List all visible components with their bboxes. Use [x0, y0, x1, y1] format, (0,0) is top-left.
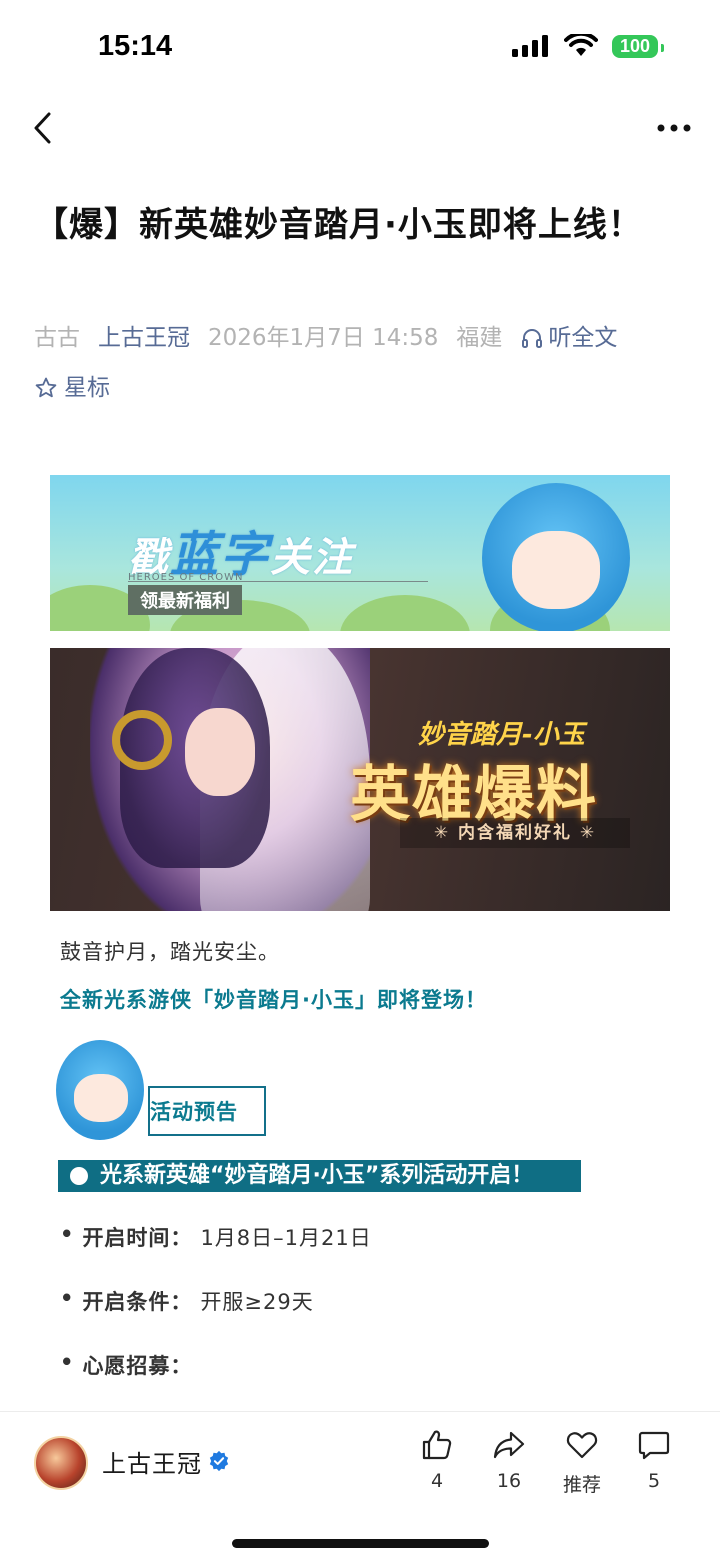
bullet-dot-icon — [70, 1167, 88, 1185]
battery-indicator: 100 — [611, 34, 665, 58]
nav-bar — [0, 96, 720, 160]
account-link[interactable]: 上古王冠 — [98, 322, 190, 354]
headphones-icon — [522, 329, 543, 348]
list-item: • 开启时间： 1月8日–1月21日 — [60, 1222, 660, 1286]
banner-tag: 领最新福利 — [128, 585, 242, 615]
follow-banner-image: 戳蓝字关注 HEROES OF CROWN 领最新福利 — [50, 475, 670, 631]
more-button[interactable] — [654, 108, 694, 148]
comment-button[interactable]: 5 — [622, 1428, 686, 1492]
publish-location: 福建 — [456, 325, 503, 351]
back-button[interactable] — [22, 106, 62, 150]
banner-ribbon: ✳ 内含福利好礼 ✳ — [400, 818, 630, 848]
comment-icon — [638, 1431, 670, 1460]
signal-icon — [511, 35, 548, 57]
section-chibi-image — [56, 1040, 144, 1140]
heart-icon — [566, 1432, 598, 1459]
hero-face — [185, 708, 255, 796]
share-button[interactable]: 16 — [477, 1428, 541, 1492]
chevron-left-icon — [34, 112, 51, 144]
status-time: 15:14 — [98, 30, 173, 62]
item-key: 开启条件： — [82, 1290, 193, 1314]
bullet-icon: • — [60, 1286, 75, 1310]
author-name: 古古 — [34, 325, 80, 351]
intro-paragraph: 鼓音护月，踏光安尘。 — [60, 940, 280, 964]
list-item: • 心愿招募： — [60, 1350, 660, 1414]
highlight-text: 光系新英雄“妙音踏月·小玉”系列活动开启！ — [100, 1163, 534, 1188]
publish-date: 2026年1月7日 14:58 — [208, 325, 439, 351]
status-bar: 15:14 100 — [0, 0, 720, 96]
thumbs-up-icon — [422, 1430, 452, 1460]
decor-blob — [340, 595, 470, 631]
item-value: 1月8日–1月21日 — [200, 1226, 372, 1250]
listen-label: 听全文 — [548, 325, 618, 351]
article-meta: 古古 上古王冠 2026年1月7日 14:58 福建 听全文 — [34, 322, 694, 354]
like-count: 4 — [430, 1470, 444, 1492]
wifi-icon — [563, 34, 598, 56]
home-indicator[interactable] — [232, 1539, 489, 1548]
banner-divider — [128, 581, 428, 582]
item-key: 开启时间： — [82, 1226, 193, 1250]
item-key: 心愿招募： — [82, 1354, 193, 1378]
status-icons: 100 — [511, 34, 665, 58]
announce-paragraph: 全新光系游侠「妙音踏月·小玉」即将登场！ — [60, 988, 487, 1012]
verified-badge-icon — [209, 1450, 229, 1472]
like-button[interactable]: 4 — [405, 1428, 469, 1492]
star-icon — [35, 377, 57, 398]
chibi-character-image — [482, 483, 630, 631]
bullet-icon: • — [60, 1350, 75, 1374]
bottom-account-name[interactable]: 上古王冠 — [102, 1444, 202, 1479]
bullet-icon: • — [60, 1222, 75, 1246]
account-avatar[interactable] — [34, 1436, 88, 1490]
listen-button[interactable]: 听全文 — [520, 322, 617, 354]
highlight-banner: 光系新英雄“妙音踏月·小玉”系列活动开启！ — [58, 1160, 581, 1192]
banner-text-suffix: 关注 — [270, 535, 355, 581]
star-label: 星标 — [64, 375, 110, 401]
section-header: 活动预告 — [52, 1038, 312, 1142]
ellipsis-icon — [657, 124, 691, 132]
article-title: 【爆】新英雄妙音踏月·小玉即将上线！ — [34, 205, 643, 245]
chibi-face — [74, 1074, 128, 1122]
recommend-button[interactable]: 推荐 — [550, 1428, 614, 1497]
section-title: 活动预告 — [150, 1100, 238, 1124]
recommend-label: 推荐 — [562, 1474, 601, 1496]
info-list: • 开启时间： 1月8日–1月21日 • 开启条件： 开服≥29天 • 心愿招募： — [60, 1222, 660, 1414]
comment-count: 5 — [647, 1470, 661, 1492]
chibi-face — [512, 531, 600, 609]
share-count: 16 — [496, 1470, 522, 1492]
share-icon — [493, 1431, 525, 1459]
list-item: • 开启条件： 开服≥29天 — [60, 1286, 660, 1350]
hero-reveal-banner-image: 妙音踏月-小玉 英雄爆料 ✳ 内含福利好礼 ✳ — [50, 648, 670, 911]
star-button[interactable]: 星标 — [34, 372, 110, 404]
item-value: 开服≥29天 — [200, 1290, 314, 1314]
hero-ring — [112, 710, 172, 770]
